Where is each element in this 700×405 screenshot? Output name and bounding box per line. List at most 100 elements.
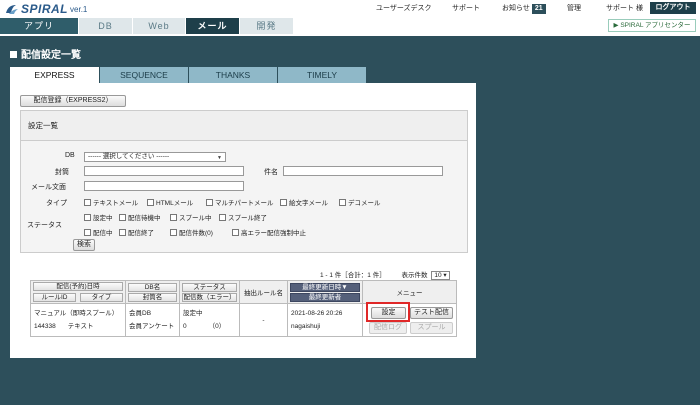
square-bullet-icon	[10, 51, 17, 58]
nav-tab-dev[interactable]: 開発	[240, 18, 294, 34]
search-button[interactable]: 検索	[73, 239, 95, 251]
sort-updated-by-button[interactable]: 最終更新者	[290, 292, 360, 302]
table-header-row: 配信(予約)日時 ルールID タイプ DB名 封筒名 ステータス 配信数（エラー…	[30, 280, 457, 304]
notice-count-badge: 21	[531, 4, 546, 14]
pager: 1 - 1 件［合計：1 件］ 表示件数 10 ▾	[320, 269, 450, 280]
spool-button: スプール	[410, 322, 453, 334]
nav-tab-app[interactable]: アプリ	[0, 18, 79, 34]
notice-link[interactable]: お知らせ 21	[502, 3, 546, 14]
user-name: サポート 様	[606, 5, 643, 12]
search-box: 設定一覧 DB ------ 選択してください ------ ▼ 封筒 件名 メ…	[20, 110, 468, 253]
pager-summary: 1 - 1 件［合計：1 件］	[320, 272, 386, 279]
top-header: SPIRAL ver.1 ユーザーズデスク サポート お知らせ 21 管理 サポー…	[0, 0, 700, 36]
cell-schedule: マニュアル（即時スプール） 144338 テキスト	[30, 303, 126, 337]
envelope-name: 会員アンケート	[129, 323, 175, 330]
subject-label: 封筒	[55, 169, 69, 176]
status-spooling-checkbox[interactable]: スプール中	[170, 212, 212, 222]
col-schedule-header: 配信(予約)日時 ルールID タイプ	[30, 280, 126, 304]
tab-express[interactable]: EXPRESS	[10, 67, 99, 83]
notice-label: お知らせ	[502, 5, 530, 12]
status-text: 設定中	[183, 310, 203, 317]
cell-rule-name: -	[239, 303, 288, 337]
logo-version: ver.1	[70, 4, 88, 14]
sort-schedule-button[interactable]: 配信(予約)日時	[33, 282, 123, 291]
test-delivery-button[interactable]: テスト配信	[410, 307, 453, 319]
sort-rule-id-button[interactable]: ルールID	[33, 293, 76, 302]
status-waiting-checkbox[interactable]: 配信待機中	[119, 212, 161, 222]
sort-count-button[interactable]: 配信数（エラー）	[182, 292, 237, 302]
type-label: タイプ	[46, 200, 67, 207]
arrow-right-icon: ▶	[613, 22, 619, 29]
rule-id-type: 144338 テキスト	[34, 323, 94, 330]
nav-tab-db[interactable]: DB	[79, 18, 133, 34]
type-deco-checkbox[interactable]: デコメール	[339, 197, 381, 207]
cell-db: 会員DB 会員アンケート	[125, 303, 180, 337]
updated-at: 2021-08-26 20:26	[291, 310, 343, 317]
search-heading: 設定一覧	[21, 111, 467, 141]
delivery-settings-table: 配信(予約)日時 ルールID タイプ DB名 封筒名 ステータス 配信数（エラー…	[30, 280, 457, 337]
chevron-down-icon: ▼	[217, 155, 222, 161]
col-status-header: ステータス 配信数（エラー）	[179, 280, 240, 304]
tab-timely[interactable]: TIMELY	[278, 67, 366, 83]
support-link[interactable]: サポート	[452, 3, 480, 14]
updated-by: nagaishuji	[291, 323, 321, 330]
spiral-logo-icon	[5, 3, 19, 15]
tab-thanks[interactable]: THANKS	[189, 67, 277, 83]
tab-sequence[interactable]: SEQUENCE	[100, 67, 188, 83]
delivery-log-button: 配信ログ	[369, 322, 407, 334]
status-label: ステータス	[27, 222, 62, 229]
sort-status-button[interactable]: ステータス	[182, 282, 237, 292]
schedule-text: マニュアル（即時スプール）	[34, 310, 119, 317]
db-select-value: ------ 選択してください ------	[88, 153, 170, 160]
status-delivering-checkbox[interactable]: 配信中	[84, 227, 113, 237]
users-desk-link[interactable]: ユーザーズデスク	[376, 3, 432, 14]
sort-db-button[interactable]: DB名	[128, 282, 177, 292]
logo-text: SPIRAL	[21, 2, 69, 16]
count-text: 0 （0）	[183, 323, 226, 330]
status-delivered-checkbox[interactable]: 配信終了	[119, 227, 154, 237]
content-panel: 配信登録（EXPRESS2） 設定一覧 DB ------ 選択してください -…	[10, 83, 476, 358]
logout-button[interactable]: ログアウト	[650, 2, 696, 14]
nav-tab-mail[interactable]: メール	[186, 18, 240, 34]
main-nav: アプリ DB Web メール 開発	[0, 18, 294, 34]
col-menu-header: メニュー	[362, 280, 457, 304]
admin-link[interactable]: 管理	[567, 3, 581, 14]
status-error-stop-checkbox[interactable]: 高エラー配信強制中止	[232, 227, 306, 237]
name-input[interactable]	[283, 166, 443, 176]
col-rule-name-header: 抽出ルール名	[239, 280, 288, 304]
col-db-header: DB名 封筒名	[125, 280, 180, 304]
db-name: 会員DB	[129, 310, 152, 317]
app-center-button[interactable]: ▶ SPIRAL アプリセンター	[608, 19, 696, 32]
page-title-text: 配信設定一覧	[21, 50, 81, 61]
cell-status: 設定中 0 （0）	[179, 303, 240, 337]
cell-menu: 設定 テスト配信 配信ログ スプール	[362, 302, 457, 337]
table-row: マニュアル（即時スプール） 144338 テキスト 会員DB 会員アンケート 設定…	[30, 302, 457, 337]
chevron-down-icon: ▾	[443, 272, 447, 279]
spiral-logo[interactable]: SPIRAL ver.1	[5, 2, 87, 16]
db-select[interactable]: ------ 選択してください ------ ▼	[84, 152, 226, 162]
status-spool-done-checkbox[interactable]: スプール終了	[219, 212, 267, 222]
type-text-checkbox[interactable]: テキストメール	[84, 197, 138, 207]
sort-envelope-button[interactable]: 封筒名	[128, 292, 177, 302]
type-multipart-checkbox[interactable]: マルチパートメール	[206, 197, 274, 207]
delivery-type-tabs: EXPRESS SEQUENCE THANKS TIMELY	[10, 67, 367, 83]
status-zero-count-checkbox[interactable]: 配信件数(0)	[170, 227, 213, 237]
cell-updated: 2021-08-26 20:26 nagaishuji	[287, 303, 363, 337]
per-page-select[interactable]: 10 ▾	[431, 271, 450, 280]
subject-input[interactable]	[84, 166, 244, 176]
nav-tab-web[interactable]: Web	[133, 18, 186, 34]
page-title: 配信設定一覧	[10, 46, 81, 61]
settings-highlight	[366, 302, 410, 322]
col-updated-header: 最終更新日時▼ 最終更新者	[287, 280, 363, 304]
body-label: メール文面	[31, 184, 66, 191]
register-delivery-button[interactable]: 配信登録（EXPRESS2）	[20, 95, 126, 107]
body-input[interactable]	[84, 181, 244, 191]
type-emoji-checkbox[interactable]: 絵文字メール	[280, 197, 328, 207]
sort-type-button[interactable]: タイプ	[80, 293, 123, 302]
name-label: 件名	[264, 169, 278, 176]
type-html-checkbox[interactable]: HTMLメール	[147, 197, 193, 207]
sort-updated-at-button[interactable]: 最終更新日時▼	[290, 282, 360, 292]
db-label: DB	[65, 152, 75, 159]
status-setting-checkbox[interactable]: 設定中	[84, 212, 113, 222]
per-page-label: 表示件数	[401, 272, 428, 279]
